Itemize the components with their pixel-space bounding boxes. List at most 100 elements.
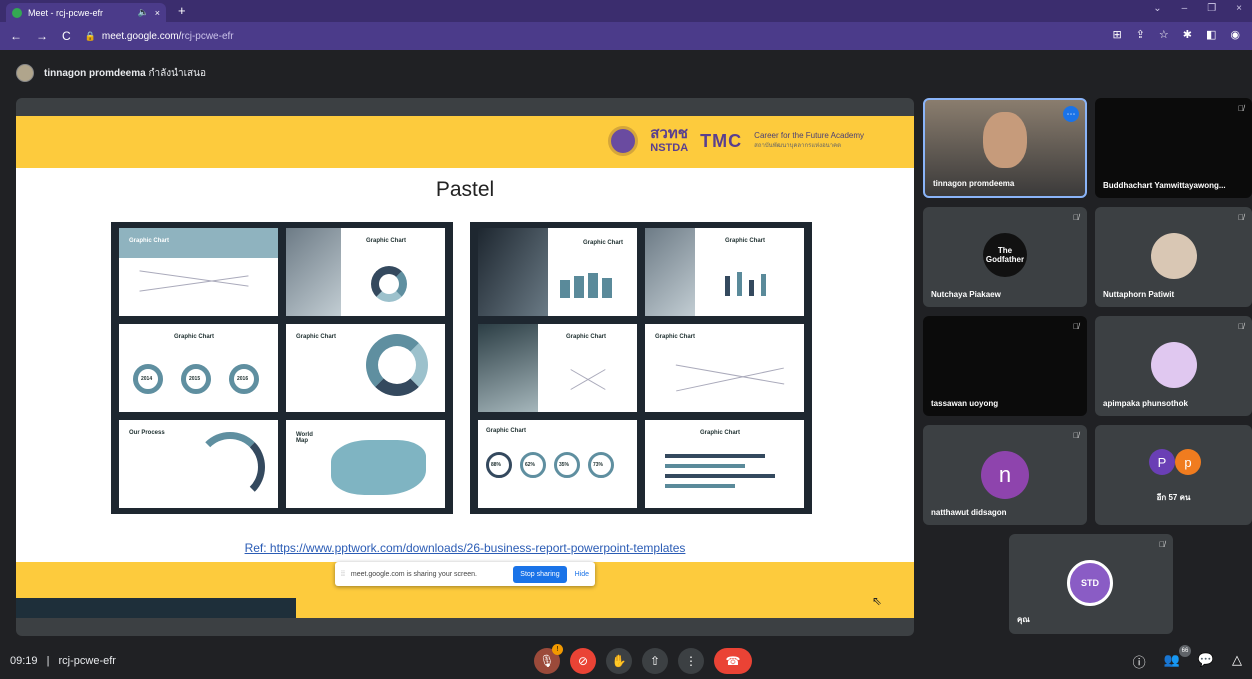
share-icon[interactable]: ⇪ (1136, 28, 1145, 41)
sidepanel-icon[interactable]: ◧ (1206, 28, 1216, 41)
thumb-year: 2015 (189, 376, 201, 382)
bookmark-star-icon[interactable]: ☆ (1159, 28, 1169, 41)
participant-tile-others[interactable]: P p อีก 57 คน (1095, 425, 1252, 525)
slide-logos: สวทช NSTDA TMC Career for the Future Aca… (608, 126, 864, 156)
career-title: Career for the Future Academy (754, 131, 864, 140)
participant-tile[interactable]: 🎙̸ Buddhachart Yamwittayawong... (1095, 98, 1252, 198)
thumb-three-rings: Graphic Chart 2014 2015 2016 (119, 324, 278, 412)
present-button[interactable]: ⇧ (642, 648, 668, 674)
mic-off-icon: 🎙̸ (1238, 104, 1244, 113)
info-icon[interactable]: ⓘ (1133, 652, 1146, 671)
thumb-line-chart-2: Graphic Chart (645, 324, 804, 412)
lock-icon[interactable]: 🔒 (85, 31, 96, 42)
presentation-stage: สวทช NSTDA TMC Career for the Future Aca… (16, 98, 914, 636)
drag-handle-icon[interactable]: ⁞⁞ (341, 571, 345, 578)
tab-audio-icon[interactable]: 🔈 (138, 7, 149, 18)
tab-close-icon[interactable]: × (155, 8, 160, 18)
tmc-logo: TMC (700, 130, 743, 151)
presenter-status: กำลังนำเสนอ (148, 67, 206, 79)
participant-tile-presenter[interactable]: ⋯ tinnagon promdeema (923, 98, 1087, 198)
participant-tile[interactable]: 🎙̸ apimpaka phunsothok (1095, 316, 1252, 416)
chat-icon[interactable]: 💬 (1198, 652, 1214, 671)
thumb-title: Graphic Chart (725, 238, 766, 244)
participant-avatar (1151, 233, 1197, 279)
window-close-icon[interactable]: × (1236, 3, 1242, 14)
thumb-our-process: Our Process (119, 420, 278, 508)
thumb-bar-photo: Graphic Chart (478, 228, 637, 316)
address-bar: ← → C 🔒 meet.google.com/ rcj-pcwe-efr ⊞ … (0, 22, 1252, 50)
meeting-time: 09:19 (10, 655, 38, 667)
participant-tile[interactable]: 🎙̸ The Godfather Nutchaya Piakaew (923, 207, 1087, 307)
meeting-code: rcj-pcwe-efr (58, 655, 116, 667)
restore-icon[interactable]: ❐ (1207, 3, 1216, 14)
reference-link[interactable]: Ref: https://www.pptwork.com/downloads/2… (16, 541, 914, 555)
more-vert-icon: ⋮ (685, 654, 697, 668)
stop-sharing-button[interactable]: Stop sharing (513, 565, 567, 583)
nstda-logo: สวทช NSTDA (650, 126, 689, 155)
back-arrow-icon[interactable]: ← (10, 29, 22, 43)
tab-title: Meet - rcj-pcwe-efr (28, 7, 104, 18)
participant-name: tassawan uoyong (931, 399, 999, 408)
minimize-icon[interactable]: – (1182, 3, 1188, 14)
present-screen-icon: ⇧ (649, 654, 661, 668)
presenter-video (983, 112, 1027, 168)
thumb-year: 2014 (141, 376, 153, 382)
template-group-right: Graphic Chart Graphic Chart Graphic Char… (470, 222, 812, 514)
participant-tile[interactable]: 🎙̸ n natthawut didsagon (923, 425, 1087, 525)
self-avatar: STD (1067, 560, 1113, 606)
participant-name: Nutchaya Piakaew (931, 290, 1001, 299)
url-field[interactable]: 🔒 meet.google.com/ rcj-pcwe-efr (85, 31, 234, 42)
hide-button[interactable]: Hide (575, 571, 589, 578)
participant-tile[interactable]: 🎙̸ tassawan uoyong (923, 316, 1087, 416)
others-count-label: อีก 57 คน (1156, 493, 1191, 502)
hand-icon: ✋ (611, 654, 627, 668)
share-message: meet.google.com is sharing your screen. (350, 570, 477, 578)
participant-avatar (1151, 342, 1197, 388)
translate-icon[interactable]: ⊞ (1112, 28, 1121, 41)
leave-call-button[interactable]: ☎ (714, 648, 752, 674)
call-controls: 🎙 ! ⊘ ✋ ⇧ ⋮ ☎ (534, 644, 752, 674)
nstda-logo-en: NSTDA (650, 142, 689, 154)
hang-up-icon: ☎ (725, 654, 741, 668)
thumb-percent: 88% (491, 462, 502, 468)
people-count-badge: 66 (1179, 645, 1191, 657)
participant-name: Nuttaphorn Patiwit (1103, 290, 1175, 299)
participant-tile[interactable]: 🎙̸ Nuttaphorn Patiwit (1095, 207, 1252, 307)
mic-off-icon: 🎙̸ (1073, 322, 1079, 331)
more-options-button[interactable]: ⋮ (678, 648, 704, 674)
camera-toggle-button[interactable]: ⊘ (570, 648, 596, 674)
browser-tab[interactable]: Meet - rcj-pcwe-efr 🔈 × (6, 3, 166, 22)
url-path: rcj-pcwe-efr (181, 30, 234, 42)
mic-toggle-button[interactable]: 🎙 ! (534, 644, 563, 674)
slide-footer-dark-bar (16, 598, 296, 618)
new-tab-button[interactable]: + (178, 3, 186, 18)
people-icon[interactable]: 👥 (1164, 652, 1180, 671)
mic-warning-badge: ! (552, 644, 563, 655)
activities-icon[interactable]: △ (1232, 652, 1242, 671)
more-options-icon[interactable]: ⋯ (1063, 106, 1079, 122)
participant-name: natthawut didsagon (931, 508, 1007, 517)
toolbar-icons: ⊞ ⇪ ☆ ✱ ◧ ◉ (1112, 28, 1240, 41)
thumb-column-chart: Graphic Chart (645, 228, 804, 316)
tab-search-icon[interactable]: ⌄ (1153, 3, 1161, 14)
participant-name: คุณ (1017, 615, 1030, 624)
participant-tile-self[interactable]: 🎙̸ STD คุณ (1009, 534, 1173, 634)
extensions-icon[interactable]: ✱ (1183, 28, 1192, 41)
thumb-donut-chart: Graphic Chart (286, 228, 445, 316)
presenter-avatar (16, 64, 34, 82)
seal-logo (608, 126, 639, 156)
meeting-bottom-bar: 09:19 | rcj-pcwe-efr 🎙 ! ⊘ ✋ ⇧ ⋮ ☎ ⓘ 👥 💬… (0, 643, 1252, 679)
raise-hand-button[interactable]: ✋ (606, 648, 632, 674)
url-host: meet.google.com/ (101, 30, 182, 42)
participant-avatar: The Godfather (983, 233, 1027, 277)
forward-arrow-icon[interactable]: → (36, 29, 48, 43)
thumb-title: Graphic Chart (583, 240, 624, 246)
participant-avatar: n (981, 451, 1029, 499)
profile-icon[interactable]: ◉ (1230, 28, 1240, 41)
reload-icon[interactable]: C (62, 29, 71, 43)
mic-off-icon: 🎙̸ (1238, 213, 1244, 222)
thumb-percent: 35% (559, 462, 570, 468)
thumb-horizontal-bars: Graphic Chart (645, 420, 804, 508)
meet-favicon-icon (12, 7, 22, 18)
thumb-title: Graphic Chart (366, 238, 407, 244)
